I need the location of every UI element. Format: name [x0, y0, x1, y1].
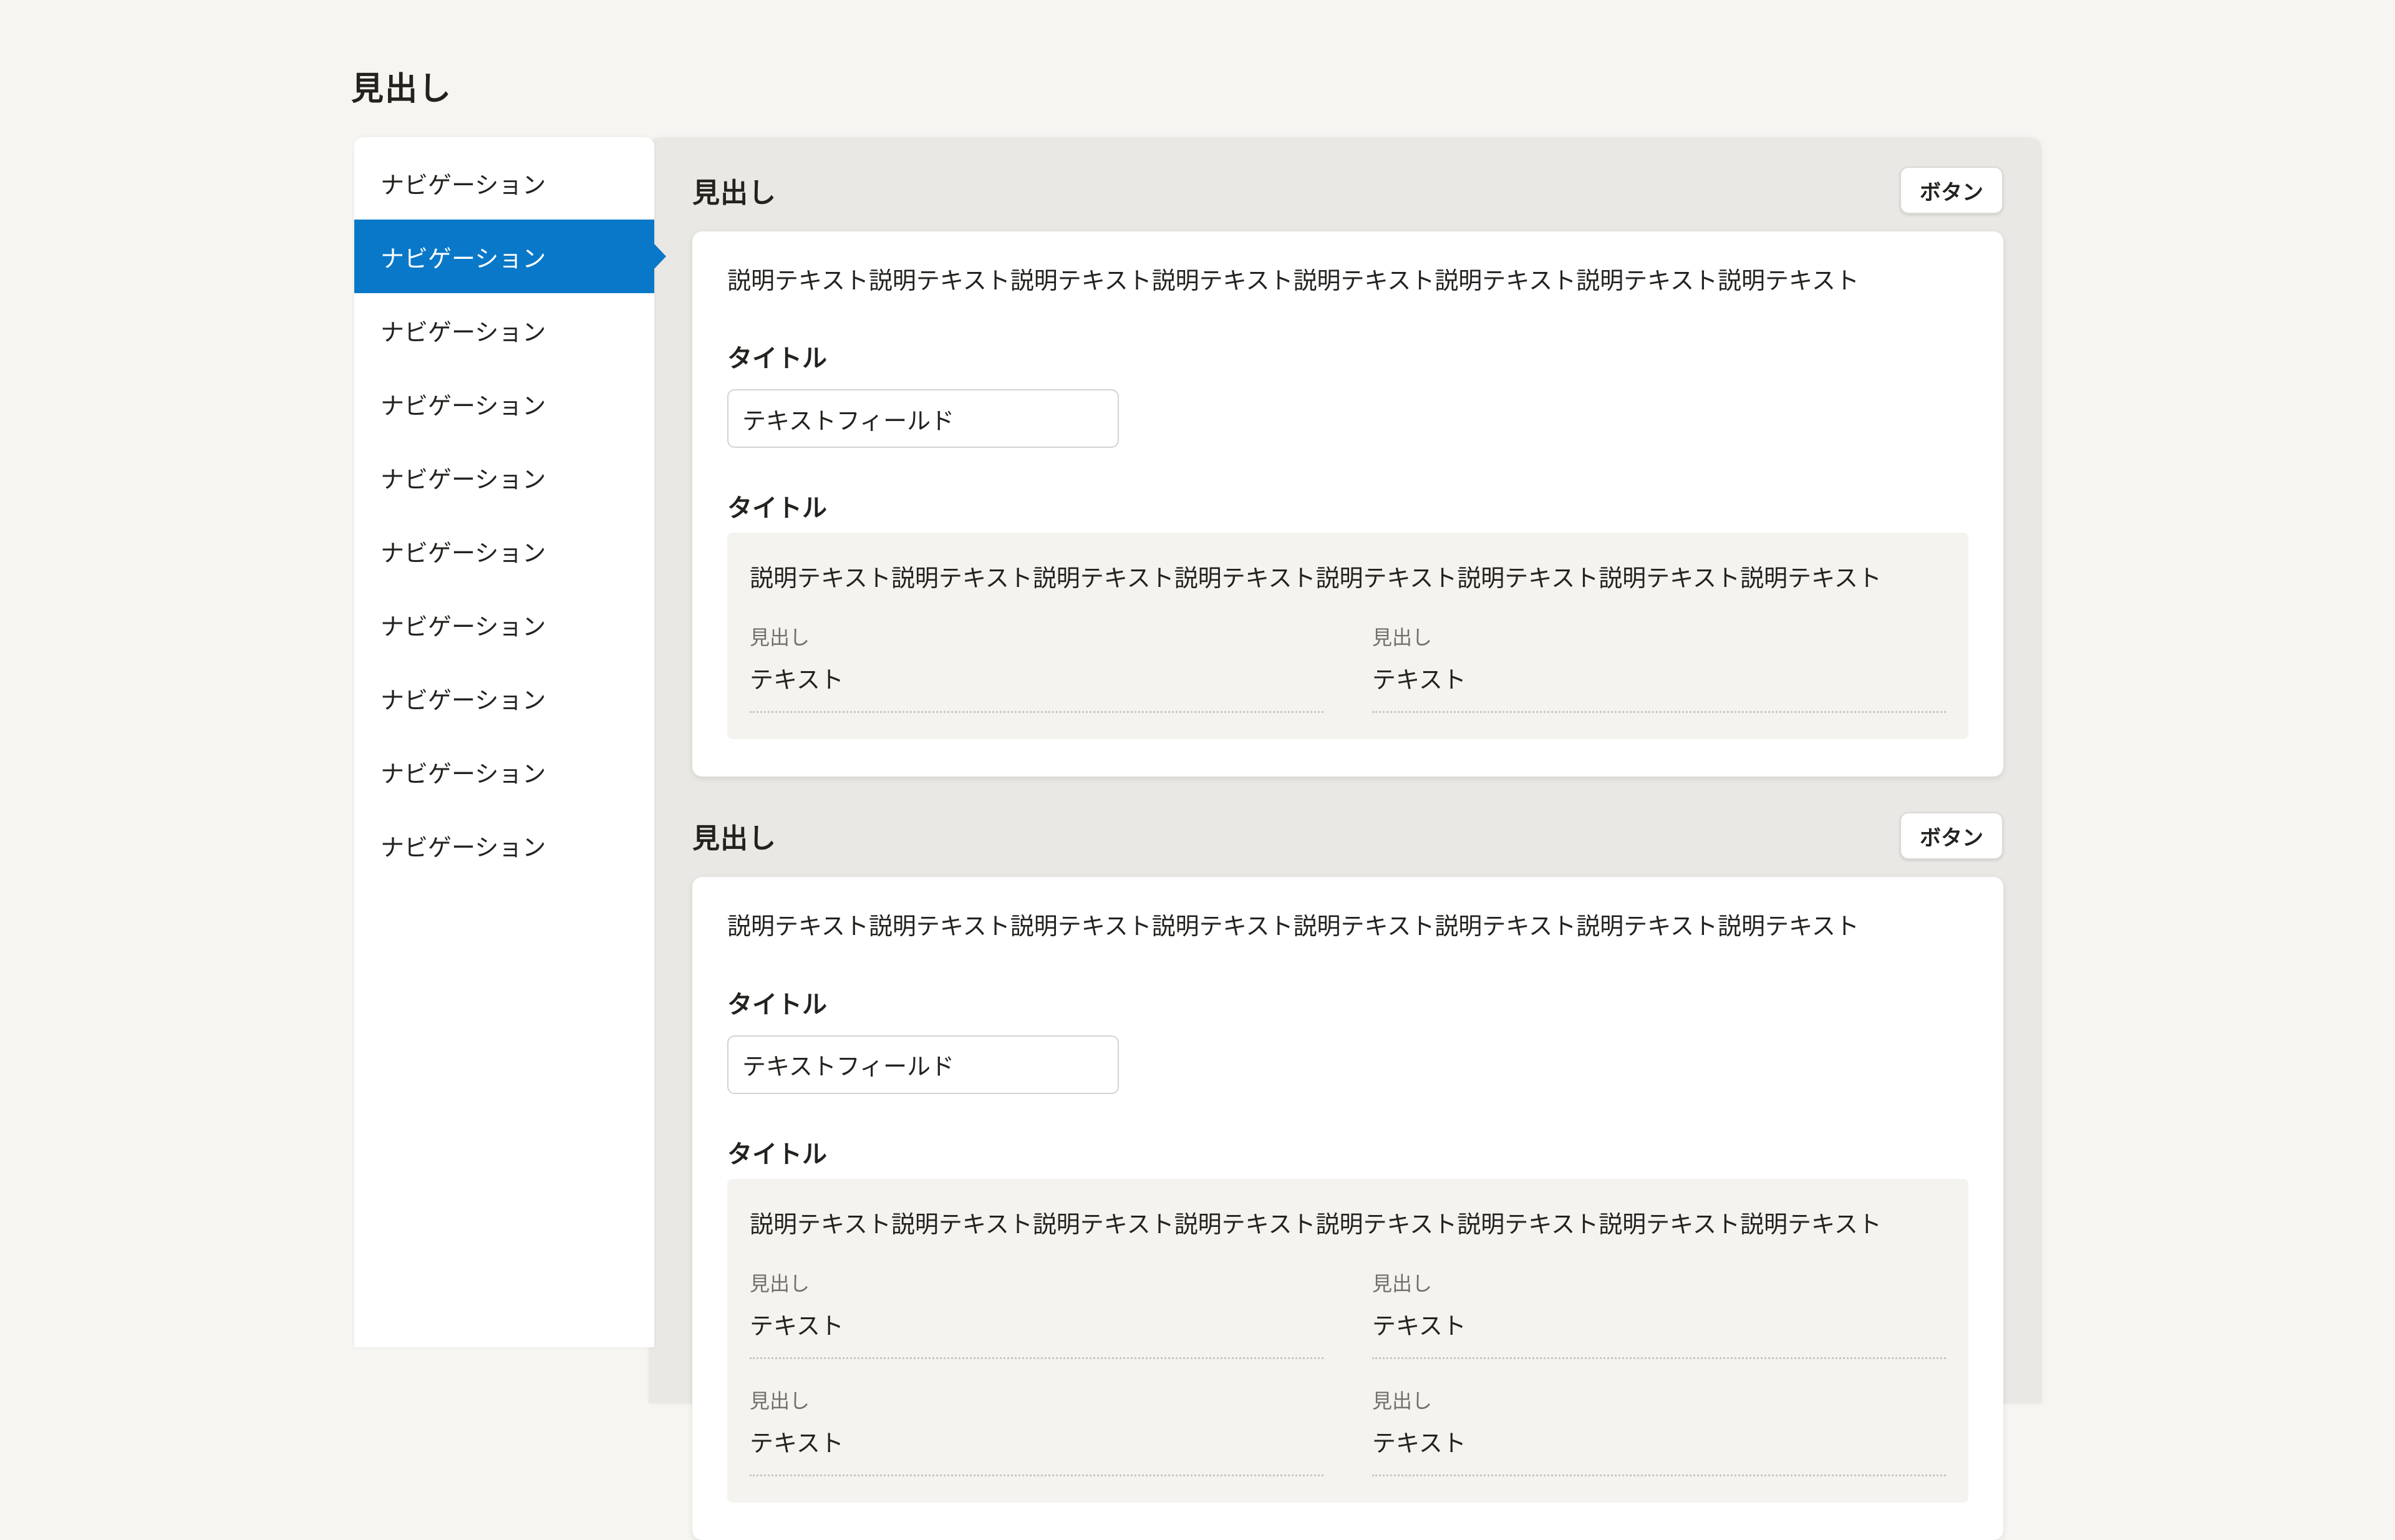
- sidebar-item-3[interactable]: ナビゲーション: [354, 293, 654, 367]
- section-1-heading: 見出し: [692, 170, 777, 210]
- sidebar-item-10[interactable]: ナビゲーション: [354, 808, 654, 882]
- sidebar-item-9[interactable]: ナビゲーション: [354, 735, 654, 808]
- section-1-field-label: タイトル: [727, 338, 1968, 374]
- main-panel: 見出し ボタン 説明テキスト説明テキスト説明テキスト説明テキスト説明テキスト説明…: [649, 137, 2042, 1403]
- sidebar: ナビゲーション ナビゲーション ナビゲーション ナビゲーション ナビゲーション …: [354, 137, 654, 1347]
- sidebar-item-6[interactable]: ナビゲーション: [354, 514, 654, 588]
- sidebar-item-4[interactable]: ナビゲーション: [354, 367, 654, 440]
- detail-cell-label: 見出し: [1372, 1385, 1946, 1414]
- section-1-header: 見出し ボタン: [692, 166, 2003, 215]
- section-1-detail-box: 説明テキスト説明テキスト説明テキスト説明テキスト説明テキスト説明テキスト説明テキ…: [727, 533, 1968, 739]
- sidebar-item-2-active[interactable]: ナビゲーション: [354, 220, 654, 293]
- detail-cell-value: テキスト: [750, 1424, 1323, 1458]
- detail-cell-value: テキスト: [750, 1307, 1323, 1341]
- detail-cell-label: 見出し: [750, 1268, 1323, 1297]
- section-1-text-field[interactable]: [727, 389, 1119, 448]
- detail-cell: 見出し テキスト: [1372, 1385, 1946, 1476]
- detail-cell-value: テキスト: [1372, 661, 1946, 695]
- detail-cell-value: テキスト: [750, 661, 1323, 695]
- section-2-detail-box: 説明テキスト説明テキスト説明テキスト説明テキスト説明テキスト説明テキスト説明テキ…: [727, 1179, 1968, 1503]
- detail-row: 見出し テキスト 見出し テキスト: [750, 1268, 1946, 1359]
- section-1-card: 説明テキスト説明テキスト説明テキスト説明テキスト説明テキスト説明テキスト説明テキ…: [692, 231, 2003, 777]
- section-2-detail-title: タイトル: [727, 1134, 1968, 1170]
- section-2-text-field[interactable]: [727, 1035, 1119, 1094]
- detail-cell-label: 見出し: [750, 622, 1323, 651]
- sidebar-item-8[interactable]: ナビゲーション: [354, 661, 654, 735]
- page-title: 見出し: [351, 62, 452, 109]
- sidebar-item-7[interactable]: ナビゲーション: [354, 588, 654, 661]
- sidebar-item-5[interactable]: ナビゲーション: [354, 440, 654, 514]
- section-1-button[interactable]: ボタン: [1900, 167, 2003, 214]
- detail-cell: 見出し テキスト: [1372, 622, 1946, 713]
- detail-row: 見出し テキスト 見出し テキスト: [750, 622, 1946, 713]
- section-1-detail-description: 説明テキスト説明テキスト説明テキスト説明テキスト説明テキスト説明テキスト説明テキ…: [750, 563, 1946, 596]
- detail-cell-label: 見出し: [1372, 622, 1946, 651]
- sidebar-item-1[interactable]: ナビゲーション: [354, 146, 654, 220]
- section-2-header: 見出し ボタン: [692, 811, 2003, 860]
- detail-cell: 見出し テキスト: [750, 622, 1323, 713]
- detail-cell: 見出し テキスト: [750, 1268, 1323, 1359]
- section-1-description: 説明テキスト説明テキスト説明テキスト説明テキスト説明テキスト説明テキスト説明テキ…: [727, 265, 1968, 298]
- detail-cell-value: テキスト: [1372, 1307, 1946, 1341]
- section-2-heading: 見出し: [692, 816, 777, 856]
- section-2-field-label: タイトル: [727, 984, 1968, 1020]
- section-2-detail-description: 説明テキスト説明テキスト説明テキスト説明テキスト説明テキスト説明テキスト説明テキ…: [750, 1209, 1946, 1242]
- section-2-button[interactable]: ボタン: [1900, 812, 2003, 860]
- section-1-detail-title: タイトル: [727, 488, 1968, 524]
- detail-cell-value: テキスト: [1372, 1424, 1946, 1458]
- detail-cell: 見出し テキスト: [1372, 1268, 1946, 1359]
- section-2-description: 説明テキスト説明テキスト説明テキスト説明テキスト説明テキスト説明テキスト説明テキ…: [727, 911, 1968, 944]
- detail-cell-label: 見出し: [750, 1385, 1323, 1414]
- detail-cell: 見出し テキスト: [750, 1385, 1323, 1476]
- detail-cell-label: 見出し: [1372, 1268, 1946, 1297]
- detail-row: 見出し テキスト 見出し テキスト: [750, 1385, 1946, 1476]
- section-2-card: 説明テキスト説明テキスト説明テキスト説明テキスト説明テキスト説明テキスト説明テキ…: [692, 877, 2003, 1539]
